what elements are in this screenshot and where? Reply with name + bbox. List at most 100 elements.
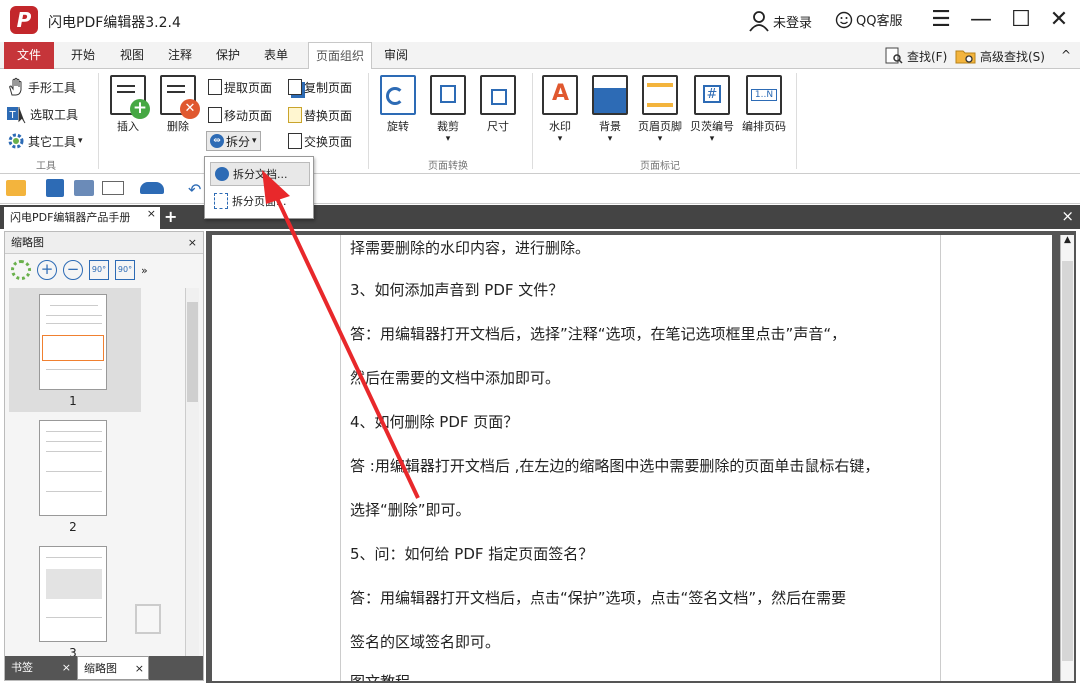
ribbon-separator xyxy=(532,73,533,169)
swap-label: 交换页面 xyxy=(304,134,353,149)
split-page-item[interactable]: 拆分页面... xyxy=(210,189,310,213)
bates-numbering-button[interactable]: # 贝茨编号 ▾ xyxy=(688,75,736,144)
replace-pages-button[interactable]: 替换页面 xyxy=(288,105,352,125)
rotate-left-icon[interactable]: 90° xyxy=(89,260,109,280)
doc-text-line: 答：用编辑器打开文档后，选择”注释“选项，在笔记选项框里点击”声音“， xyxy=(350,325,847,343)
watermark-button[interactable]: A 水印 ▾ xyxy=(536,75,584,144)
more-icon[interactable]: » xyxy=(141,264,148,277)
thumbnail-page-3[interactable] xyxy=(39,546,107,642)
find-icon xyxy=(885,47,903,64)
swap-page-icon xyxy=(288,133,302,149)
select-tool-button[interactable]: T 选取工具 xyxy=(6,104,78,124)
size-label: 尺寸 xyxy=(487,120,509,133)
document-scrollbar[interactable]: ▲ xyxy=(1060,235,1074,681)
window-title: 闪电PDF编辑器3.2.4 xyxy=(48,15,181,31)
menu-annotate[interactable]: 注释 xyxy=(160,42,200,69)
bookmark-tab[interactable]: 书签 × xyxy=(5,656,75,680)
user-icon xyxy=(749,11,769,32)
open-folder-icon[interactable] xyxy=(6,180,26,196)
scroll-thumb[interactable] xyxy=(187,302,198,402)
swap-pages-button[interactable]: 交换页面 xyxy=(288,131,352,151)
header-footer-button[interactable]: 页眉页脚 ▾ xyxy=(636,75,684,144)
tools-group-label: 工具 xyxy=(36,161,56,172)
page-mark-group-label: 页面标记 xyxy=(640,161,680,172)
delete-page-button[interactable]: ✕ 删除 xyxy=(154,75,202,134)
doc-text-line: 签名的区域签名即可。 xyxy=(350,633,501,651)
background-button[interactable]: 背景 ▾ xyxy=(586,75,634,144)
settings-icon[interactable] xyxy=(11,260,31,280)
undo-icon[interactable]: ↶ xyxy=(188,180,201,199)
copy-pages-button[interactable]: 复制页面 xyxy=(288,77,352,97)
split-document-label: 拆分文档... xyxy=(233,168,288,181)
collapse-ribbon-button[interactable]: ^ xyxy=(1056,42,1076,69)
page-number-button[interactable]: 1..N 编排页码 xyxy=(740,75,788,134)
print-icon[interactable] xyxy=(74,180,94,196)
scroll-up-icon[interactable]: ▲ xyxy=(1061,235,1074,245)
split-page-label: 拆分页面... xyxy=(232,195,287,208)
doc-heading-3: 3、如何添加声音到 PDF 文件？ xyxy=(350,281,564,299)
tab-close-icon[interactable]: × xyxy=(147,203,156,225)
doc-text-line: 答 :用编辑器打开文档后 ,在左边的缩略图中选中需要删除的页面单击鼠标右键， xyxy=(350,457,880,475)
zoom-out-icon[interactable]: − xyxy=(63,260,83,280)
page-number-label: 编排页码 xyxy=(742,120,786,133)
panel-tab-bar: 书签 × 缩略图 × xyxy=(5,656,203,680)
smile-icon xyxy=(835,11,853,28)
other-tools-button[interactable]: 其它工具 ▾ xyxy=(6,131,83,151)
crop-button[interactable]: 裁剪 ▾ xyxy=(424,75,472,144)
close-icon[interactable]: × xyxy=(62,656,71,680)
chevron-down-icon: ▾ xyxy=(709,134,715,144)
close-button[interactable]: ✕ xyxy=(1044,6,1074,36)
rotate-right-icon[interactable]: 90° xyxy=(115,260,135,280)
extract-page-icon xyxy=(208,79,222,95)
other-tools-label: 其它工具 xyxy=(28,134,77,149)
chevron-down-icon: ▾ xyxy=(607,134,613,144)
resize-icon xyxy=(480,75,516,115)
scroll-thumb[interactable] xyxy=(1062,261,1073,661)
menu-icon[interactable]: ☰ xyxy=(926,6,956,36)
replace-page-icon xyxy=(288,107,302,123)
menu-protect[interactable]: 保护 xyxy=(208,42,248,69)
minimize-button[interactable]: — xyxy=(966,6,996,36)
thumbnail-panel-header: 缩略图 × xyxy=(5,232,203,254)
panel-close-icon[interactable]: × xyxy=(188,232,197,254)
tabbar-close-icon[interactable]: × xyxy=(1061,207,1074,225)
find-button[interactable]: 查找(F) xyxy=(884,47,947,65)
split-button[interactable]: ⇹ 拆分 ▾ xyxy=(206,131,261,151)
title-bar: P 闪电PDF编辑器3.2.4 未登录 QQ客服 ☰ — ☐ ✕ xyxy=(0,0,1080,42)
size-button[interactable]: 尺寸 xyxy=(474,75,522,134)
menu-form[interactable]: 表单 xyxy=(256,42,296,69)
move-page-icon xyxy=(208,107,222,123)
thumbnail-tab[interactable]: 缩略图 × xyxy=(77,656,149,680)
menu-file[interactable]: 文件 xyxy=(4,42,54,69)
menu-view[interactable]: 视图 xyxy=(112,42,152,69)
new-tab-button[interactable]: + xyxy=(164,207,177,226)
rotate-button[interactable]: 旋转 xyxy=(374,75,422,134)
hand-tool-button[interactable]: 手形工具 xyxy=(6,77,76,97)
menu-page-organize[interactable]: 页面组织 xyxy=(308,42,372,70)
email-icon[interactable] xyxy=(102,181,124,195)
thumbnail-scrollbar[interactable] xyxy=(185,288,199,656)
qq-service-button[interactable]: QQ客服 xyxy=(835,10,902,29)
menu-start[interactable]: 开始 xyxy=(62,42,104,69)
page-number-icon: 1..N xyxy=(746,75,782,115)
login-button[interactable]: 未登录 xyxy=(748,10,812,32)
maximize-button[interactable]: ☐ xyxy=(1006,6,1036,36)
zoom-in-icon[interactable]: + xyxy=(37,260,57,280)
thumbnail-number: 2 xyxy=(69,520,77,534)
save-icon[interactable] xyxy=(46,179,64,197)
close-icon[interactable]: × xyxy=(135,657,144,681)
split-page-icon xyxy=(214,193,228,209)
move-pages-button[interactable]: 移动页面 xyxy=(208,105,272,125)
document-tab[interactable]: 闪电PDF编辑器产品手册 × xyxy=(4,207,160,229)
chevron-down-icon: ▾ xyxy=(252,136,257,146)
folder-search-icon xyxy=(955,50,976,64)
watermark-label: 水印 xyxy=(549,120,571,133)
split-document-item[interactable]: 拆分文档... xyxy=(210,162,310,186)
thumbnail-page-2[interactable] xyxy=(39,420,107,516)
advanced-find-button[interactable]: 高级查找(S) xyxy=(955,47,1045,65)
menu-review[interactable]: 审阅 xyxy=(378,42,414,69)
thumbnail-page-1[interactable] xyxy=(39,294,107,390)
extract-pages-button[interactable]: 提取页面 xyxy=(208,77,272,97)
insert-page-button[interactable]: + 插入 xyxy=(104,75,152,134)
cloud-icon[interactable] xyxy=(140,182,164,194)
